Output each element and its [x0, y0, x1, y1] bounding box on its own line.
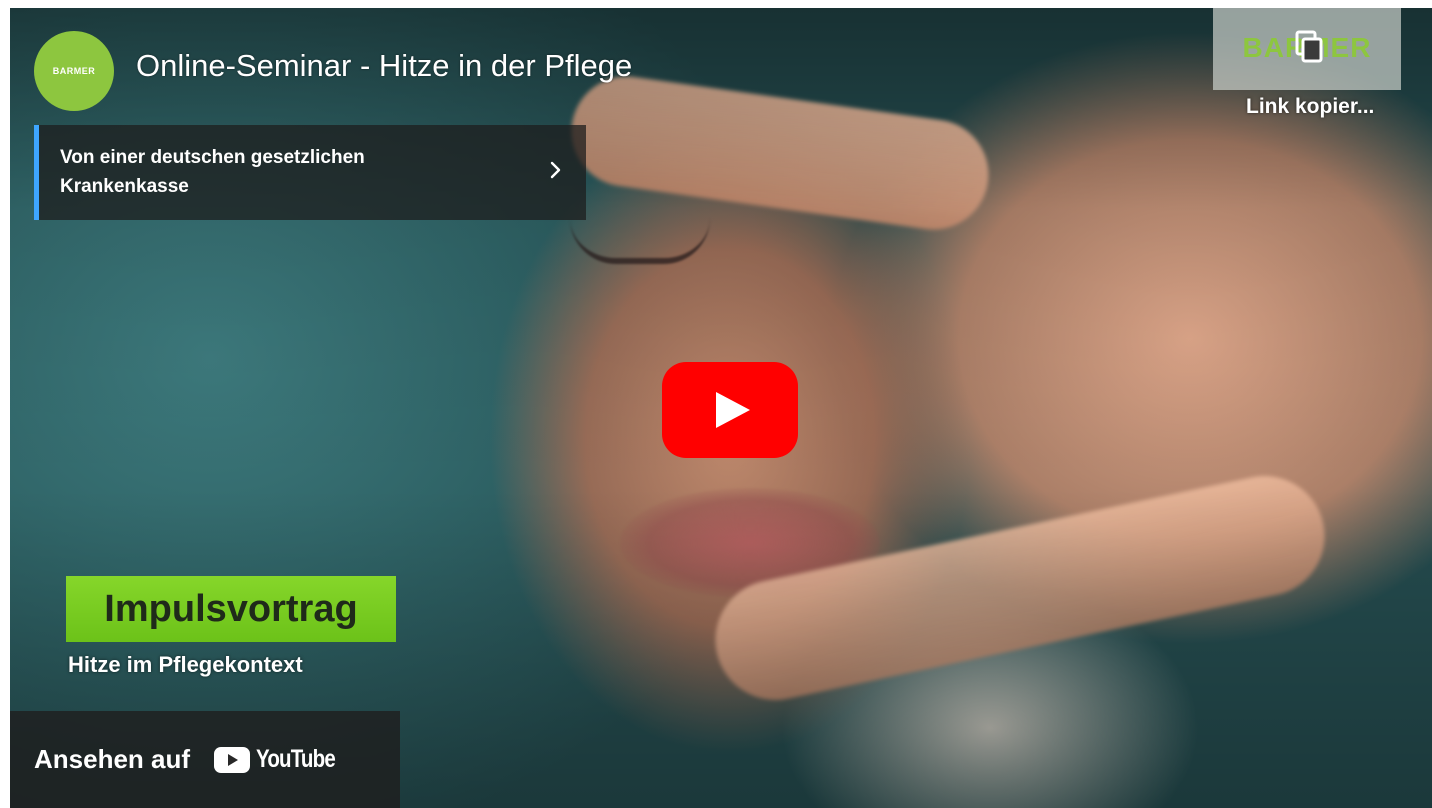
youtube-logo: YouTube — [214, 745, 352, 774]
youtube-play-icon — [662, 362, 798, 458]
chevron-right-icon — [544, 158, 568, 182]
video-player[interactable]: BARMER Online-Seminar - Hitze in der Pfl… — [10, 8, 1432, 808]
copy-link-label[interactable]: Link kopier... — [1246, 95, 1374, 119]
copy-link-icon — [1295, 30, 1323, 63]
youtube-wordmark: YouTube — [256, 745, 336, 773]
video-title[interactable]: Online-Seminar - Hitze in der Pflege — [136, 48, 632, 84]
copy-link-button[interactable]: BARMER — [1213, 8, 1401, 90]
information-panel[interactable]: Von einer deutschen gesetzlichen Kranken… — [34, 125, 586, 220]
information-panel-text: Von einer deutschen gesetzlichen Kranken… — [60, 147, 365, 197]
play-button[interactable] — [662, 362, 798, 458]
channel-avatar[interactable]: BARMER — [34, 31, 114, 111]
youtube-logo-icon — [214, 746, 251, 773]
lower-third-subtitle: Hitze im Pflegekontext — [68, 652, 303, 677]
watch-on-label: Ansehen auf — [34, 744, 191, 774]
channel-avatar-text: BARMER — [52, 66, 96, 76]
lower-third-badge-text: Impulsvortrag — [104, 587, 358, 630]
lower-third-badge: Impulsvortrag — [66, 576, 396, 642]
watch-on-youtube-button[interactable]: Ansehen auf YouTube — [10, 711, 400, 808]
